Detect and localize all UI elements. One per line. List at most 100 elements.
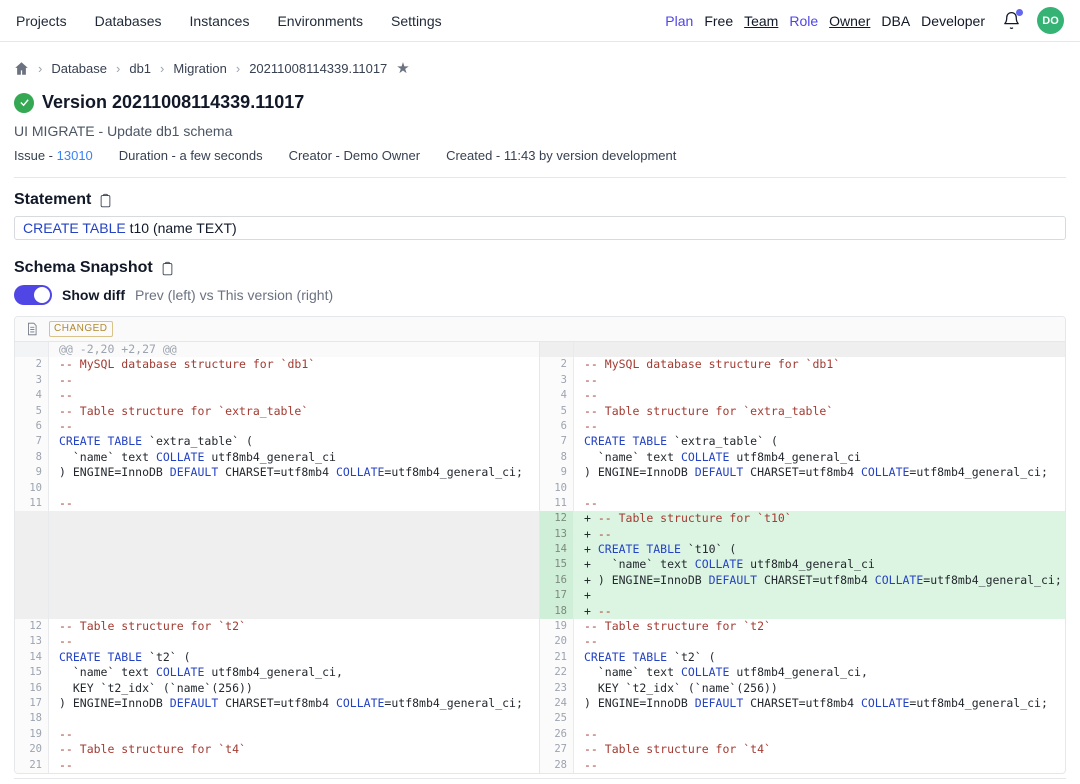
sql-text: CHARSET=utf8mb4 — [218, 696, 336, 710]
code-line — [49, 542, 539, 557]
breadcrumb-items: ›Database›db1›Migration›20211008114339.1… — [38, 61, 387, 76]
code-line: -- — [49, 373, 539, 388]
sql-keyword: DEFAULT — [709, 573, 757, 587]
sql-text: =utf8mb4_general_ci; — [384, 696, 522, 710]
diff-row: 19-- — [15, 727, 539, 742]
sql-keyword: COLLATE — [875, 573, 923, 587]
sql-comment: -- — [59, 419, 73, 433]
nav-item-databases[interactable]: Databases — [95, 13, 162, 29]
sql-comment: -- — [584, 388, 598, 402]
notification-bell-button[interactable] — [1002, 11, 1022, 31]
diff-row: 17) ENGINE=InnoDB DEFAULT CHARSET=utf8mb… — [15, 696, 539, 711]
copy-statement-button[interactable] — [98, 193, 113, 208]
breadcrumb-item[interactable]: Database — [51, 61, 107, 76]
sql-text: utf8mb4_general_ci — [204, 450, 336, 464]
show-diff-toggle[interactable] — [14, 285, 52, 305]
meta-item: Issue - 13010 — [14, 148, 93, 163]
sql-text: utf8mb4_general_ci — [743, 557, 875, 571]
sql-text: utf8mb4_general_ci, — [204, 665, 342, 679]
sql-comment: -- MySQL database structure for `db1` — [584, 357, 840, 371]
sql-keyword: DEFAULT — [695, 696, 743, 710]
nav-dba-option[interactable]: DBA — [881, 13, 910, 29]
nav-owner-option[interactable]: Owner — [829, 13, 870, 29]
sql-text: CHARSET=utf8mb4 — [218, 465, 336, 479]
line-number: 21 — [540, 650, 574, 665]
nav-role-label: Role — [789, 13, 818, 29]
code-line — [574, 342, 1065, 357]
issue-link[interactable]: 13010 — [57, 148, 93, 163]
line-number: 7 — [15, 434, 49, 449]
sql-text: ) ENGINE=InnoDB — [59, 696, 170, 710]
sql-keyword: CREATE TABLE — [598, 542, 681, 556]
sql-text: `name` text — [59, 450, 156, 464]
sql-comment: -- — [584, 758, 598, 772]
code-line: ) ENGINE=InnoDB DEFAULT CHARSET=utf8mb4 … — [49, 696, 539, 711]
sql-text: + — [584, 527, 598, 541]
diff-row: 11-- — [540, 496, 1065, 511]
code-line: -- — [574, 727, 1065, 742]
statement-section-head: Statement — [14, 191, 1066, 209]
diff-row: 10 — [540, 481, 1065, 496]
star-icon[interactable]: ★ — [396, 59, 409, 77]
diff-row — [15, 542, 539, 557]
diff-row: 14CREATE TABLE `t2` ( — [15, 650, 539, 665]
line-number — [15, 573, 49, 588]
diff-row: 22 `name` text COLLATE utf8mb4_general_c… — [540, 665, 1065, 680]
sql-comment: -- — [59, 388, 73, 402]
diff-row: 6-- — [15, 419, 539, 434]
sql-keyword: COLLATE — [861, 465, 909, 479]
code-line — [49, 711, 539, 726]
diff-row: 24) ENGINE=InnoDB DEFAULT CHARSET=utf8mb… — [540, 696, 1065, 711]
notification-dot — [1016, 9, 1023, 16]
home-icon[interactable] — [14, 61, 29, 76]
code-line: -- — [574, 496, 1065, 511]
breadcrumb-item[interactable]: Migration — [173, 61, 226, 76]
code-line: -- — [574, 419, 1065, 434]
code-line — [49, 557, 539, 572]
sql-text: + ) ENGINE=InnoDB — [584, 573, 709, 587]
nav-item-settings[interactable]: Settings — [391, 13, 442, 29]
nav-item-environments[interactable]: Environments — [277, 13, 363, 29]
sql-text: `extra_table` ( — [142, 434, 253, 448]
nav-team-option[interactable]: Team — [744, 13, 778, 29]
sql-comment: -- — [584, 419, 598, 433]
code-line: + -- — [574, 604, 1065, 619]
code-line: + `name` text COLLATE utf8mb4_general_ci — [574, 557, 1065, 572]
breadcrumb-item[interactable]: 20211008114339.11017 — [249, 61, 387, 76]
sql-text: utf8mb4_general_ci — [729, 450, 861, 464]
code-line: `name` text COLLATE utf8mb4_general_ci — [574, 450, 1065, 465]
diff-row: 7CREATE TABLE `extra_table` ( — [540, 434, 1065, 449]
line-number: 18 — [15, 711, 49, 726]
line-number: 2 — [15, 357, 49, 372]
sql-keyword: COLLATE — [156, 665, 204, 679]
sql-comment: -- Table structure for `t10` — [598, 511, 792, 525]
diff-row: 15+ `name` text COLLATE utf8mb4_general_… — [540, 557, 1065, 572]
diff-body: @@ -2,20 +2,27 @@2-- MySQL database stru… — [15, 342, 1065, 773]
line-number: 3 — [15, 373, 49, 388]
diff-row — [540, 342, 1065, 357]
nav-plan-label: Plan — [665, 13, 693, 29]
line-number: 22 — [540, 665, 574, 680]
code-line — [574, 711, 1065, 726]
line-number: 25 — [540, 711, 574, 726]
diff-row: 9) ENGINE=InnoDB DEFAULT CHARSET=utf8mb4… — [15, 465, 539, 480]
line-number: 11 — [540, 496, 574, 511]
nav-item-projects[interactable]: Projects — [16, 13, 67, 29]
diff-row: 3-- — [15, 373, 539, 388]
code-line — [49, 604, 539, 619]
sql-comment: -- — [59, 634, 73, 648]
nav-developer-option[interactable]: Developer — [921, 13, 985, 29]
breadcrumb-item[interactable]: db1 — [129, 61, 151, 76]
changed-badge: CHANGED — [49, 321, 113, 337]
breadcrumb: ›Database›db1›Migration›20211008114339.1… — [14, 42, 1066, 77]
diff-row — [15, 511, 539, 526]
nav-item-instances[interactable]: Instances — [190, 13, 250, 29]
copy-snapshot-button[interactable] — [160, 261, 175, 276]
diff-row: 20-- — [540, 634, 1065, 649]
line-number: 27 — [540, 742, 574, 757]
line-number — [15, 557, 49, 572]
code-line: `name` text COLLATE utf8mb4_general_ci, — [49, 665, 539, 680]
sql-text: utf8mb4_general_ci, — [729, 665, 867, 679]
nav-free-option[interactable]: Free — [704, 13, 733, 29]
avatar[interactable]: DO — [1037, 7, 1064, 34]
